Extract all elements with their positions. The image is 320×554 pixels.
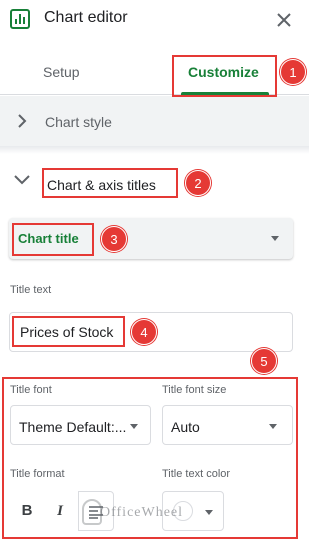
annotation-number: 2 — [185, 170, 211, 196]
annotation-number: 5 — [251, 348, 277, 374]
title-text-label: Title text — [10, 284, 52, 296]
annotation-box-chart-title — [12, 223, 94, 256]
section-chart-style[interactable]: Chart style — [0, 96, 309, 146]
chevron-down-icon — [14, 175, 30, 185]
annotation-box-axis-titles — [42, 168, 178, 198]
close-icon[interactable] — [272, 8, 296, 32]
divider — [0, 146, 309, 154]
annotation-number: 1 — [280, 59, 306, 85]
panel-title: Chart editor — [44, 9, 128, 26]
caret-down-icon — [271, 236, 279, 241]
chart-icon — [10, 9, 30, 29]
annotation-number: 3 — [101, 226, 127, 252]
section-label: Chart style — [45, 114, 112, 130]
chart-editor-header: Chart editor — [0, 0, 309, 42]
annotation-box-format-options — [2, 377, 298, 539]
annotation-box-title-text — [12, 316, 125, 347]
chevron-right-icon — [18, 114, 27, 128]
annotation-box-customize — [172, 55, 277, 97]
tab-setup[interactable]: Setup — [43, 64, 80, 80]
annotation-number: 4 — [131, 319, 157, 345]
